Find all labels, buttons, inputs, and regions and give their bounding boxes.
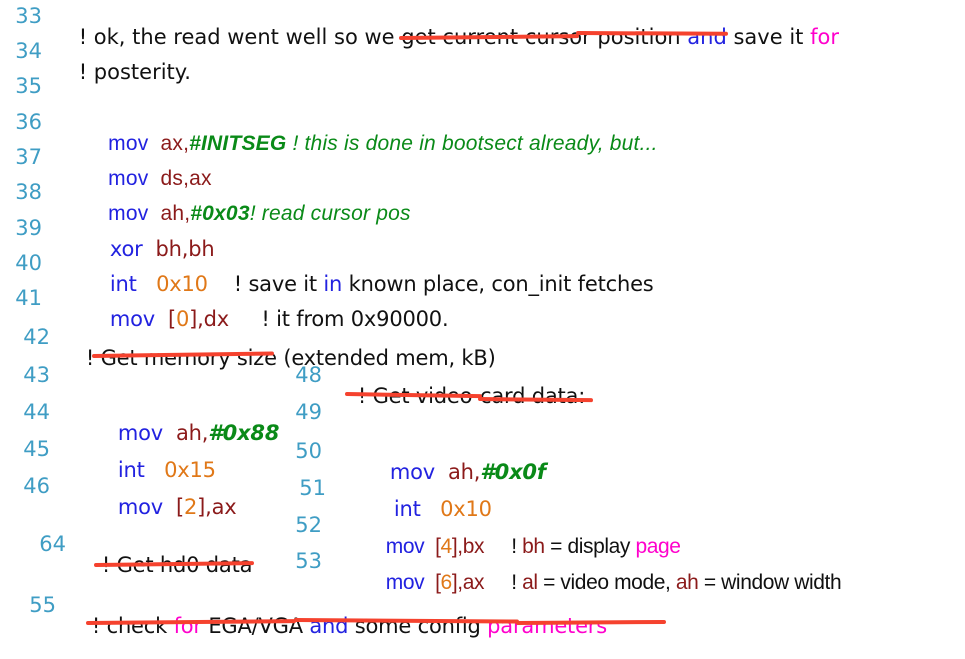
line-number-36: 36 (15, 110, 42, 134)
listing-canvas: 33 ! ok, the read went well so we get cu… (0, 0, 965, 637)
line-number-34: 34 (15, 39, 42, 63)
mnemonic-mov: mov (385, 571, 425, 594)
line-number-39: 39 (15, 216, 42, 240)
line-number-42: 42 (23, 325, 50, 349)
register-al: al (522, 571, 538, 594)
memory-offset-6: 6 (440, 571, 453, 594)
line-number-33: 33 (15, 4, 42, 28)
inline-comment: ! this is done in bootsect already, but.… (286, 132, 658, 155)
immediate-0x88: #0x88 (208, 421, 280, 445)
line-number-52: 52 (295, 513, 322, 537)
mnemonic-mov: mov (117, 495, 164, 519)
operand-ax: ax (211, 495, 237, 519)
operand-ax: ax (462, 571, 485, 594)
line-number-40: 40 (15, 251, 42, 275)
line-number-55: 55 (29, 593, 56, 617)
keyword-and: and (687, 25, 727, 49)
keyword-for: for (173, 614, 202, 638)
register-ah: ah (675, 571, 699, 594)
bracket-close: ], (451, 571, 463, 594)
line-number-50: 50 (295, 439, 322, 463)
line-number-48: 48 (295, 363, 322, 387)
line-number-38: 38 (15, 180, 42, 204)
line-number-45: 45 (23, 437, 50, 461)
memory-offset-2: 2 (184, 495, 198, 519)
comment-text: ! check (91, 614, 174, 638)
line-number-51: 51 (299, 476, 326, 500)
line-number-35: 35 (15, 74, 42, 98)
inline-comment: ! read cursor pos (249, 202, 411, 225)
comment-text: = window width (698, 571, 842, 594)
bracket-close: ], (197, 495, 212, 519)
line-number-53: 53 (295, 549, 322, 573)
line-number-41: 41 (15, 286, 42, 310)
comment-text: ! (511, 571, 523, 594)
keyword-parameters: parameters (487, 614, 607, 638)
comment-text: ! (85, 346, 101, 370)
comment-text-underlined: Get memory size (100, 346, 277, 370)
comment-text: ! posterity. (78, 60, 191, 84)
line-number-49: 49 (295, 400, 322, 424)
line-number-44: 44 (23, 400, 50, 424)
line-number-46: 46 (23, 474, 50, 498)
underline-get-current-cursor-position-2 (575, 31, 729, 36)
comment-text: EGA/VGA (201, 614, 310, 638)
comment-text: = video mode, (537, 571, 676, 594)
bracket-open: [ (176, 495, 184, 519)
line-number-64: 64 (39, 532, 66, 556)
line-number-37: 37 (15, 145, 42, 169)
comment-text: save it (726, 25, 811, 49)
underline-check-for-ega-vga-3 (515, 619, 667, 625)
line-number-43: 43 (23, 363, 50, 387)
keyword-for: for (810, 25, 839, 49)
code-line-55: ! check for EGA/VGA and some config para… (66, 595, 607, 658)
code-line-46: mov [2],ax (92, 476, 237, 539)
